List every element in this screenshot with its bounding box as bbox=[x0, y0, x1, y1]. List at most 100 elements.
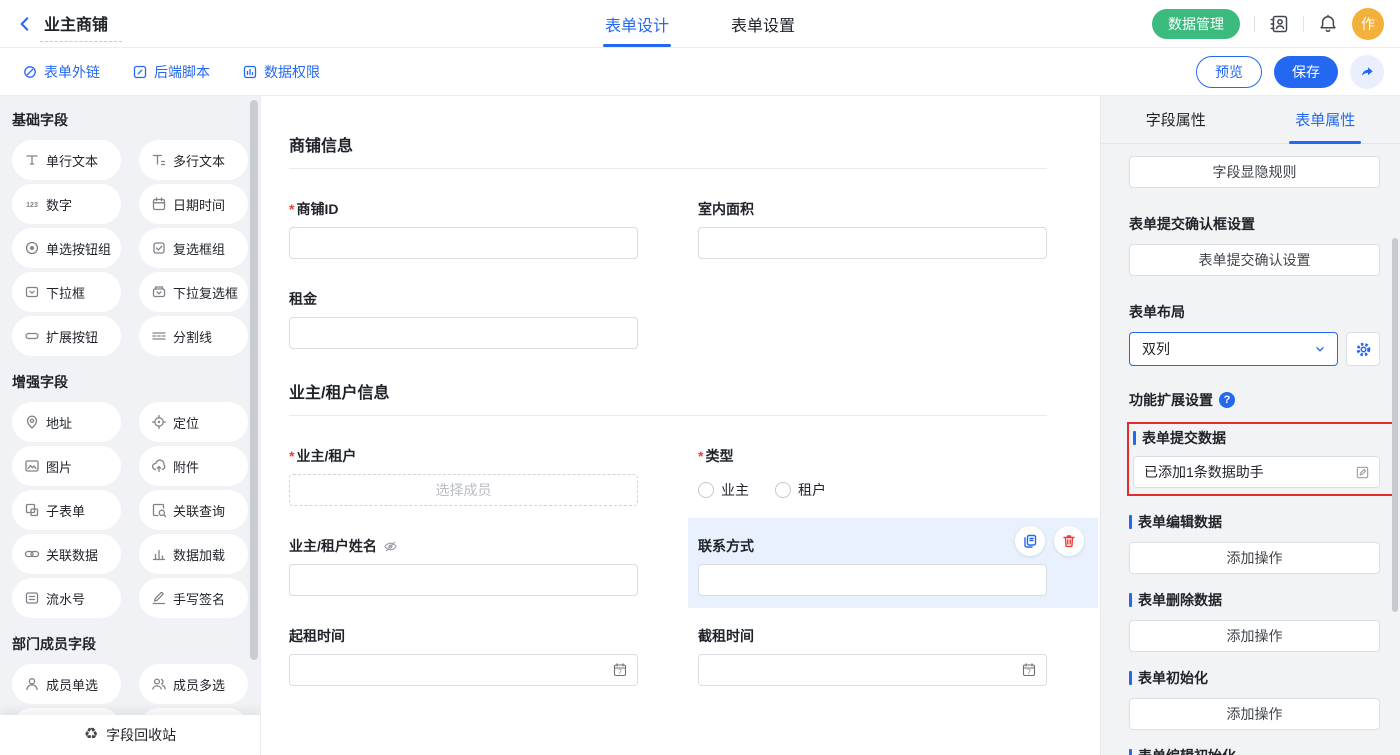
sidebar-field-pill[interactable]: 日期时间 bbox=[139, 184, 248, 224]
extension-section-3: 表单编辑初始化添加操作 bbox=[1129, 746, 1380, 755]
share-button[interactable] bbox=[1350, 55, 1384, 89]
sidebar-field-pill[interactable]: 扩展按钮 bbox=[12, 316, 121, 356]
panel-scrollbar[interactable] bbox=[1392, 238, 1398, 612]
field-lease-end[interactable]: 截租时间 7 bbox=[698, 626, 1047, 686]
navbar-right: 数据管理 作 bbox=[1152, 8, 1384, 40]
field-recycle-bin[interactable]: ♻ 字段回收站 bbox=[0, 715, 260, 755]
extension-section-1: 表单删除数据添加操作 bbox=[1129, 590, 1380, 652]
page-body: 基础字段单行文本多行文本123数字日期时间单选按钮组复选框组下拉框下拉复选框扩展… bbox=[0, 96, 1400, 755]
bell-icon[interactable] bbox=[1318, 14, 1338, 34]
radio-option-tenant[interactable]: 租户 bbox=[775, 480, 826, 500]
sidebar-field-pill[interactable]: 下拉复选框 bbox=[139, 272, 248, 312]
sidebar-field-pill[interactable]: 单行文本 bbox=[12, 140, 121, 180]
eye-off-icon bbox=[383, 539, 398, 554]
sidebar-field-pill[interactable]: 分割线 bbox=[139, 316, 248, 356]
sidebar-field-pill[interactable]: 关联查询 bbox=[139, 490, 248, 530]
sidebar-field-pill[interactable]: 复选框组 bbox=[139, 228, 248, 268]
tab-field-properties[interactable]: 字段属性 bbox=[1101, 96, 1251, 143]
contacts-icon[interactable] bbox=[1269, 14, 1289, 34]
script-icon bbox=[132, 64, 148, 80]
toolbar-link-0[interactable]: 表单外链 bbox=[22, 62, 100, 82]
sidebar-field-pill[interactable]: 定位 bbox=[139, 402, 248, 442]
field-visibility-rule-button[interactable]: 字段显隐规则 bbox=[1129, 156, 1380, 188]
add-operation-button[interactable]: 添加操作 bbox=[1129, 620, 1380, 652]
field-label: 起租时间 bbox=[289, 626, 345, 646]
submit-data-value-text: 已添加1条数据助手 bbox=[1144, 462, 1264, 482]
sidebar-field-pill[interactable]: 成员多选 bbox=[139, 664, 248, 704]
svg-text:7: 7 bbox=[1027, 669, 1031, 676]
lease-end-input[interactable]: 7 bbox=[698, 654, 1047, 686]
sidebar-scrollbar[interactable] bbox=[250, 100, 258, 660]
sidebar-field-pill[interactable]: 地址 bbox=[12, 402, 121, 442]
sidebar-field-pill[interactable]: 成员单选 bbox=[12, 664, 121, 704]
pill-label: 单选按钮组 bbox=[46, 239, 111, 258]
contact-input[interactable] bbox=[698, 564, 1047, 596]
sidebar-field-pill[interactable]: 流水号 bbox=[12, 578, 121, 618]
radio-option-owner[interactable]: 业主 bbox=[698, 480, 749, 500]
shop-id-input[interactable] bbox=[289, 227, 638, 259]
field-contact-selected[interactable]: 联系方式 bbox=[698, 536, 1047, 596]
field-sidebar: 基础字段单行文本多行文本123数字日期时间单选按钮组复选框组下拉框下拉复选框扩展… bbox=[0, 96, 260, 755]
submit-data-title: 表单提交数据 bbox=[1133, 428, 1380, 448]
tab-form-design[interactable]: 表单设计 bbox=[605, 0, 669, 47]
dataload-icon bbox=[151, 546, 167, 562]
pill-label: 成员单选 bbox=[46, 675, 98, 694]
sidebar-field-pill[interactable]: 单选按钮组 bbox=[12, 228, 121, 268]
help-question-icon[interactable]: ? bbox=[1219, 392, 1235, 408]
copy-icon bbox=[1022, 533, 1038, 549]
add-operation-button[interactable]: 添加操作 bbox=[1129, 542, 1380, 574]
tab-form-settings[interactable]: 表单设置 bbox=[731, 0, 795, 47]
save-button[interactable]: 保存 bbox=[1274, 56, 1338, 88]
sidebar-field-pill[interactable]: 手写签名 bbox=[139, 578, 248, 618]
rent-input[interactable] bbox=[289, 317, 638, 349]
form-canvas: 商铺信息 *商铺ID 室内面积 租金 bbox=[260, 96, 1100, 755]
add-operation-button[interactable]: 添加操作 bbox=[1129, 698, 1380, 730]
avatar[interactable]: 作 bbox=[1352, 8, 1384, 40]
field-shop-id[interactable]: *商铺ID bbox=[289, 199, 638, 259]
field-indoor-area[interactable]: 室内面积 bbox=[698, 199, 1047, 259]
copy-field-button[interactable] bbox=[1015, 526, 1045, 556]
field-type[interactable]: *类型 业主 租户 bbox=[698, 446, 1047, 506]
field-label: 租金 bbox=[289, 289, 317, 309]
submit-data-label: 表单提交数据 bbox=[1142, 428, 1226, 448]
sidebar-field-pill[interactable]: 多行文本 bbox=[139, 140, 248, 180]
sidebar-field-pill[interactable]: 关联数据 bbox=[12, 534, 121, 574]
preview-button[interactable]: 预览 bbox=[1196, 56, 1262, 88]
edit-icon[interactable] bbox=[1355, 465, 1370, 480]
sidebar-field-pill[interactable]: 123数字 bbox=[12, 184, 121, 224]
back-button[interactable] bbox=[16, 15, 34, 33]
pill-label: 地址 bbox=[46, 413, 72, 432]
toolbar-link-1[interactable]: 后端脚本 bbox=[132, 62, 210, 82]
indoor-area-input[interactable] bbox=[698, 227, 1047, 259]
pill-label: 单行文本 bbox=[46, 151, 98, 170]
section-title-owner-info: 业主/租户信息 bbox=[289, 379, 1047, 403]
pill-label: 数据加载 bbox=[173, 545, 225, 564]
owner-name-input[interactable] bbox=[289, 564, 638, 596]
serial-icon bbox=[24, 590, 40, 606]
field-rent[interactable]: 租金 bbox=[289, 289, 638, 349]
lease-start-input[interactable]: 7 bbox=[289, 654, 638, 686]
field-owner[interactable]: *业主/租户 选择成员 bbox=[289, 446, 638, 506]
field-owner-name[interactable]: 业主/租户姓名 bbox=[289, 536, 638, 596]
data-manage-button[interactable]: 数据管理 bbox=[1152, 9, 1240, 39]
extension-section-title: 表单删除数据 bbox=[1129, 590, 1380, 610]
layout-settings-button[interactable] bbox=[1346, 332, 1380, 366]
sidebar-field-pill[interactable]: 数据加载 bbox=[139, 534, 248, 574]
field-label: 室内面积 bbox=[698, 199, 754, 219]
sidebar-field-pill[interactable]: 子表单 bbox=[12, 490, 121, 530]
submit-data-value[interactable]: 已添加1条数据助手 bbox=[1133, 456, 1380, 488]
tab-form-properties[interactable]: 表单属性 bbox=[1251, 96, 1400, 143]
toolbar-link-2[interactable]: 数据权限 bbox=[242, 62, 320, 82]
delete-field-button[interactable] bbox=[1054, 526, 1084, 556]
sidebar-field-pill[interactable]: 附件 bbox=[139, 446, 248, 486]
sidebar-field-pill[interactable]: 下拉框 bbox=[12, 272, 121, 312]
field-label: 类型 bbox=[705, 446, 733, 466]
field-lease-start[interactable]: 起租时间 7 bbox=[289, 626, 638, 686]
page-title[interactable]: 业主商铺 bbox=[42, 11, 114, 42]
layout-select[interactable]: 双列 bbox=[1129, 332, 1338, 366]
sidebar-field-pill[interactable]: 图片 bbox=[12, 446, 121, 486]
submit-confirm-button[interactable]: 表单提交确认设置 bbox=[1129, 244, 1380, 276]
member-picker-button[interactable]: 选择成员 bbox=[289, 474, 638, 506]
field-label: 商铺ID bbox=[296, 199, 338, 219]
pill-label: 分割线 bbox=[173, 327, 212, 346]
